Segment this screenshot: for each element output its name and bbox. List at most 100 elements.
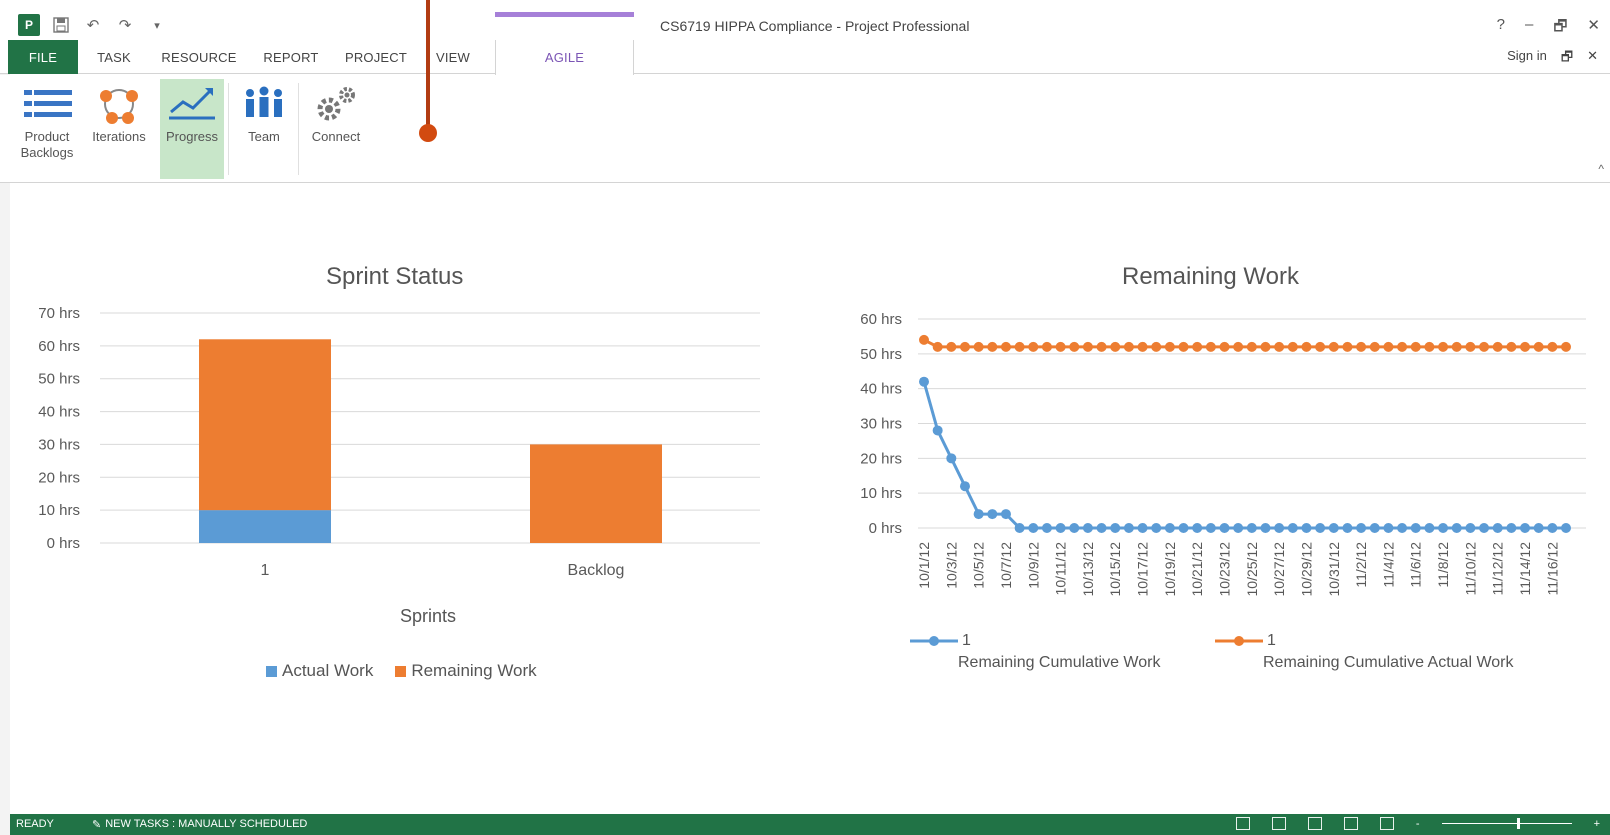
line-point [1069,523,1080,533]
line-point [1342,341,1353,352]
line-x-tick-label: 10/31/12 [1326,542,1342,597]
product-backlogs-button[interactable]: Product Backlogs [16,79,78,179]
line-point [1397,341,1408,352]
gears-icon [311,79,361,129]
ribbon-restore-icon[interactable]: 🗗 [1561,48,1573,70]
restore-button[interactable]: 🗗 [1553,16,1567,41]
line-point [1041,341,1052,352]
progress-button[interactable]: Progress [160,79,224,179]
tab-task[interactable]: TASK [88,40,140,74]
line-point [1233,341,1244,352]
gantt-view-icon[interactable] [1235,817,1250,830]
line-x-tick-label: 11/10/12 [1462,542,1478,596]
line-point [1369,341,1380,352]
team-planner-view-icon[interactable] [1307,817,1322,830]
tab-project[interactable]: PROJECT [340,40,412,74]
line-point [1492,341,1503,352]
legend-remaining-cumulative-work: 1 Remaining Cumulative Work [910,632,1160,672]
zoom-slider-thumb[interactable] [1516,818,1520,829]
line-point [1342,523,1353,533]
tab-agile[interactable]: AGILE [495,40,634,75]
line-point [1178,523,1189,533]
line-point [946,341,957,352]
redo-icon[interactable]: ↷ [114,14,136,36]
line-y-tick-label: 50 hrs [860,346,902,363]
line-point [1000,509,1011,520]
line-x-tick-label: 10/15/12 [1107,542,1123,597]
report-view-icon[interactable] [1379,817,1394,830]
line-point [1246,523,1257,533]
line-y-tick-label: 30 hrs [860,416,902,433]
line-point [1260,523,1271,533]
line-point [919,376,929,387]
legend-blue-line-marker [910,636,958,646]
task-mode-indicator[interactable]: ✎ NEW TASKS : MANUALLY SCHEDULED [92,818,307,831]
task-usage-view-icon[interactable] [1271,817,1286,830]
line-point [1069,341,1080,352]
customize-icon[interactable]: ▾ [146,14,168,36]
line-point [1000,341,1011,352]
line-point [1438,341,1449,352]
line-point [1397,523,1408,533]
line-point [1315,341,1326,352]
collapse-ribbon-icon[interactable]: ^ [1598,162,1604,176]
ribbon: Product Backlogs Iterations Progress Tea… [0,75,1610,183]
product-backlogs-label: Product [24,129,70,144]
project-app-icon[interactable]: P [18,14,40,36]
bar-y-tick-label: 0 hrs [47,535,80,552]
bar-y-tick-label: 10 hrs [38,502,80,519]
line-point [1082,341,1093,352]
legend-remaining-label: Remaining Work [411,661,537,680]
line-point [1028,523,1039,533]
agile-contextual-accent [495,12,634,17]
line-point [932,425,943,436]
view-shortcuts: - + [1235,817,1600,830]
line-point [1533,523,1544,533]
ribbon-close-icon[interactable]: ✕ [1587,48,1598,70]
line-point [1451,341,1462,352]
line-point [1096,523,1107,533]
undo-icon[interactable]: ↶ [82,14,104,36]
bar-segment-actual-work [199,510,331,543]
connect-button[interactable]: Connect [304,79,368,179]
line-point [1383,523,1394,533]
tab-file[interactable]: FILE [8,40,78,74]
zoom-slider[interactable] [1441,818,1572,829]
zoom-in-button[interactable]: + [1594,818,1600,830]
tab-report[interactable]: REPORT [258,40,324,74]
bar-y-tick-label: 70 hrs [38,305,80,322]
line-point [1465,523,1476,533]
line-point [919,334,929,345]
remaining-work-title: Remaining Work [1122,263,1299,290]
line-point [1424,341,1435,352]
line-x-tick-label: 10/3/12 [943,542,959,589]
line-x-tick-label: 11/8/12 [1435,542,1451,588]
help-button[interactable]: ? [1497,16,1505,41]
ribbon-separator [228,83,229,175]
sign-in-link[interactable]: Sign in [1507,48,1547,70]
line-x-tick-label: 11/14/12 [1517,542,1533,596]
save-icon[interactable] [50,14,72,36]
sprints-axis-label: Sprints [400,606,457,626]
annotation-pointer-line [426,0,430,130]
legend-blue-marker-label: 1 [962,632,971,649]
line-point [1164,341,1175,352]
minimize-button[interactable]: – [1525,16,1533,41]
line-point [1424,523,1435,533]
resource-sheet-view-icon[interactable] [1343,817,1358,830]
iterations-button[interactable]: Iterations [86,79,152,179]
line-point [1315,523,1326,533]
tab-resource[interactable]: RESOURCE [156,40,242,74]
sprint-status-chart: 0 hrs 10 hrs 20 hrs 30 hrs 40 hrs 50 hrs 60 hr… [38,305,760,579]
team-label: Team [248,129,280,144]
bar-category-label: 1 [261,562,270,579]
close-button[interactable]: ✕ [1587,16,1600,41]
zoom-out-button[interactable]: - [1416,818,1420,830]
tab-view[interactable]: VIEW [428,40,478,74]
line-x-tick-label: 10/19/12 [1162,542,1178,597]
team-button[interactable]: Team [234,79,294,179]
line-point [1205,341,1216,352]
line-point [973,509,984,520]
line-point [1260,341,1271,352]
line-point [1492,523,1503,533]
